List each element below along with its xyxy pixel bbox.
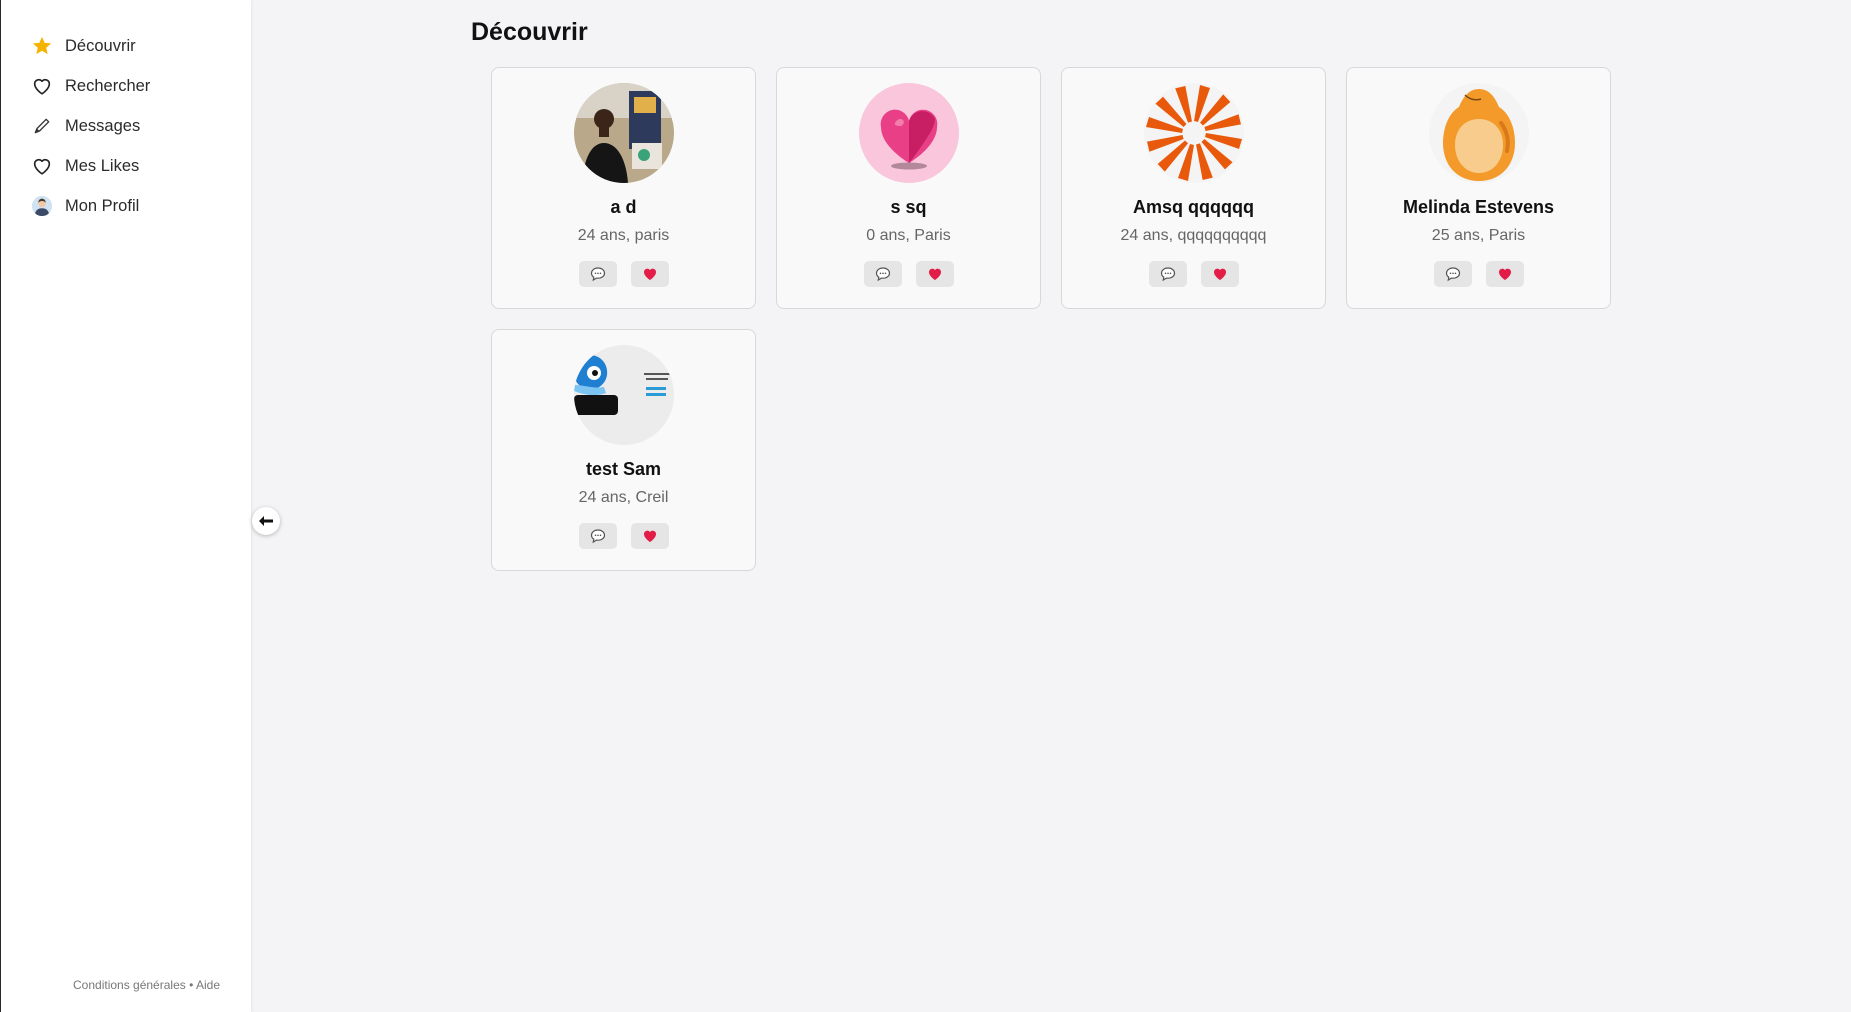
heart-icon [643,268,656,280]
profile-meta: 25 ans, Paris [1431,227,1526,244]
profile-name: test Sam [585,459,662,479]
heart-icon [1213,268,1226,280]
card-actions [1148,261,1239,287]
like-button[interactable] [1485,261,1524,287]
sidebar-item-label: Découvrir [65,36,136,55]
message-button[interactable] [578,261,617,287]
sidebar-item-label: Messages [65,116,141,135]
profile-name: a d [610,197,637,217]
sidebar-item-label: Rechercher [65,76,151,95]
pink-heart-avatar-image [858,83,959,183]
sidebar-item-messages[interactable]: Messages [1,106,251,146]
speech-bubble-icon [1160,267,1175,282]
profile-card[interactable]: test Sam 24 ans, Creil [491,329,756,571]
like-button[interactable] [630,261,669,287]
message-button[interactable] [1433,261,1472,287]
message-button[interactable] [578,523,617,549]
weet-logo-avatar-image [573,345,674,445]
speech-bubble-icon [590,267,605,282]
profile-avatar[interactable] [573,345,674,445]
pen-icon [30,114,54,138]
card-actions [578,523,669,549]
profile-card[interactable]: Amsq qqqqqq 24 ans, qqqqqqqqqq [1061,67,1326,309]
message-button[interactable] [863,261,902,287]
arrow-left-icon [259,513,273,529]
heart-icon [928,268,941,280]
help-link[interactable]: Aide [196,978,220,992]
sidebar-item-label: Mes Likes [65,156,140,175]
profile-avatar-icon [30,194,54,218]
sidebar-footer: Conditions générales • Aide [1,978,252,992]
message-button[interactable] [1148,261,1187,287]
profile-name: s sq [890,197,927,217]
card-actions [863,261,954,287]
profile-meta: 24 ans, qqqqqqqqqq [1120,227,1267,244]
profile-avatar[interactable] [1428,83,1529,183]
profile-meta: 24 ans, paris [577,227,670,244]
sidebar-item-mon-profil[interactable]: Mon Profil [1,186,251,226]
terms-link[interactable]: Conditions générales [73,978,186,992]
speech-bubble-icon [875,267,890,282]
profile-meta: 0 ans, Paris [866,227,951,244]
heart-outline-icon [30,154,54,178]
profile-avatar[interactable] [573,83,674,183]
heart-icon [1498,268,1511,280]
footer-separator: • [189,978,194,992]
speech-bubble-icon [590,529,605,544]
card-actions [578,261,669,287]
profiles-grid: a d 24 ans, paris s sq 0 ans, Paris Amsq… [491,67,1613,571]
profile-avatar[interactable] [858,83,959,183]
like-button[interactable] [915,261,954,287]
sidebar-item-mes-likes[interactable]: Mes Likes [1,146,251,186]
photo-avatar-image [573,83,674,183]
profile-name: Melinda Estevens [1402,197,1555,217]
profile-avatar[interactable] [1143,83,1244,183]
sidebar-item-rechercher[interactable]: Rechercher [1,66,251,106]
sidebar-collapse-button[interactable] [252,507,280,535]
orange-blob-avatar-image [1428,83,1529,183]
card-actions [1433,261,1524,287]
heart-outline-icon [30,74,54,98]
sidebar-nav: Découvrir Rechercher Messages Mes Likes [1,0,251,226]
profile-name: Amsq qqqqqq [1133,197,1254,217]
like-button[interactable] [630,523,669,549]
star-icon [30,34,54,58]
speech-bubble-icon [1445,267,1460,282]
orange-swirl-avatar-image [1143,83,1244,183]
profile-card[interactable]: s sq 0 ans, Paris [776,67,1041,309]
like-button[interactable] [1200,261,1239,287]
profile-card[interactable]: a d 24 ans, paris [491,67,756,309]
heart-icon [643,530,656,542]
sidebar: Découvrir Rechercher Messages Mes Likes [0,0,251,1012]
sidebar-item-label: Mon Profil [65,196,140,215]
profile-card[interactable]: Melinda Estevens 25 ans, Paris [1346,67,1611,309]
page-title: Découvrir [471,18,588,46]
sidebar-item-decouvrir[interactable]: Découvrir [1,26,251,66]
profile-meta: 24 ans, Creil [578,489,669,506]
